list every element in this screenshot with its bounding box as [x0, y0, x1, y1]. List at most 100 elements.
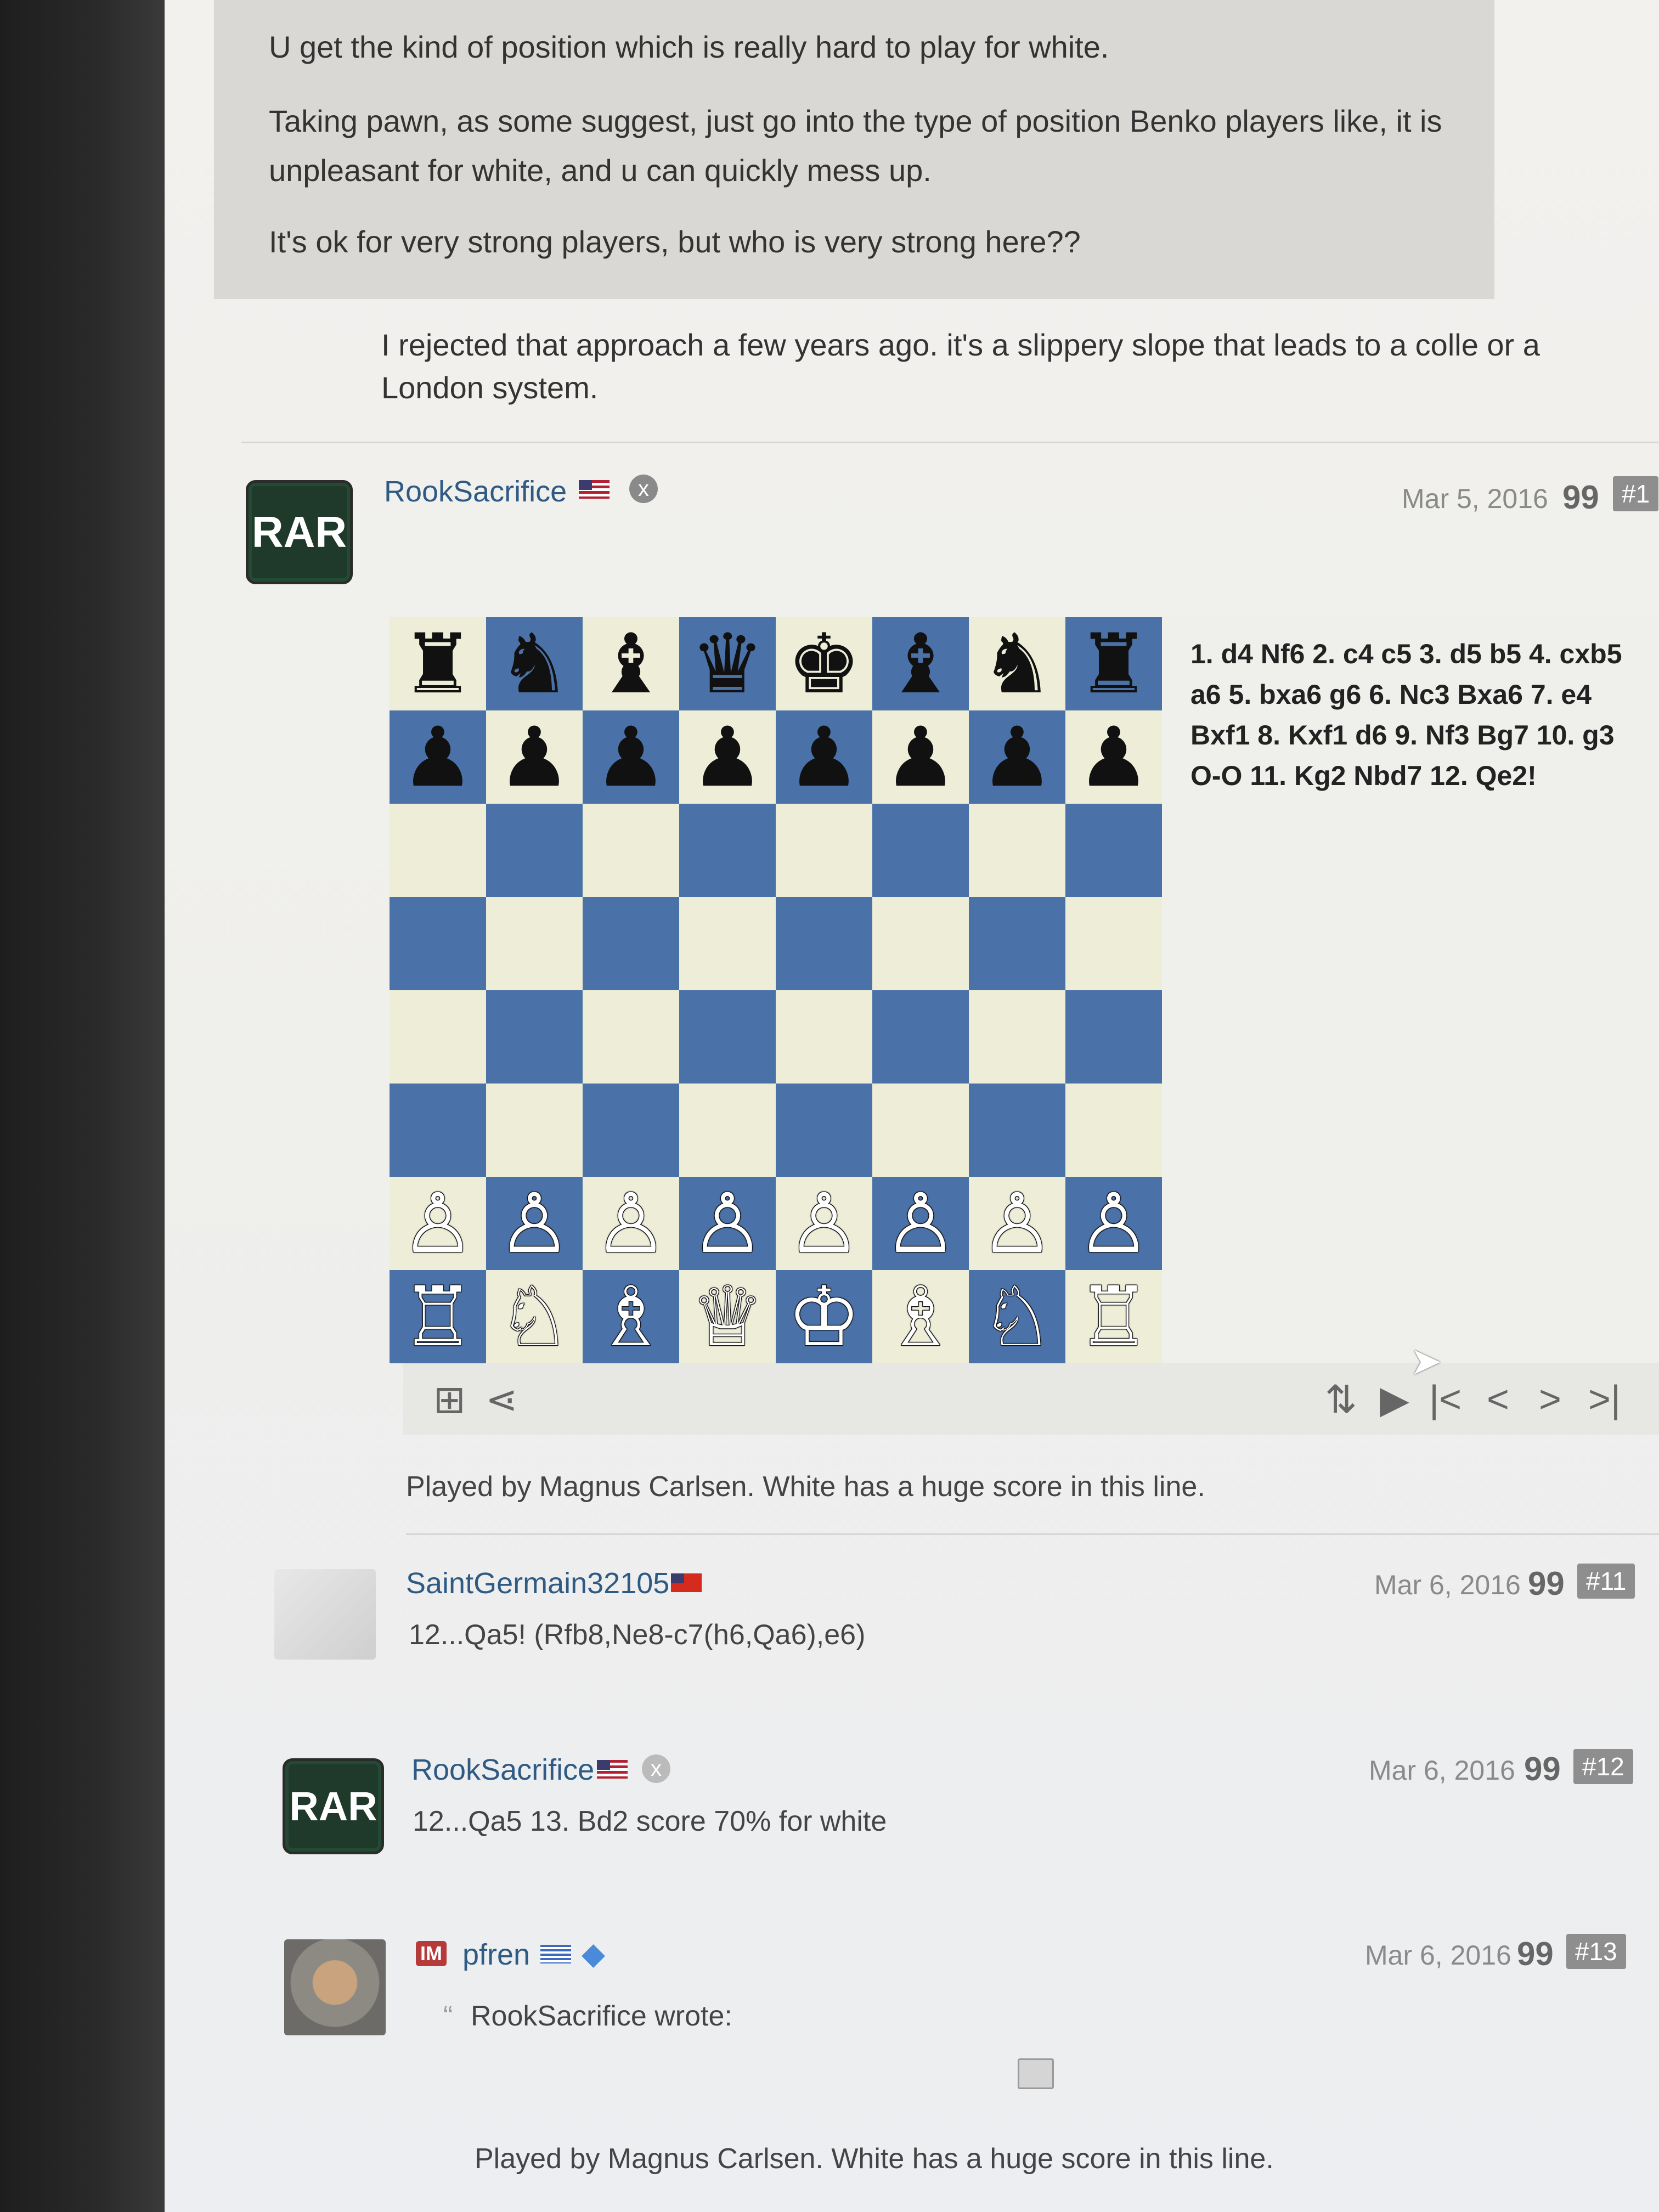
square-h3[interactable]	[1065, 1084, 1162, 1177]
square-a8[interactable]: ♜	[390, 617, 486, 710]
post-number[interactable]: #1	[1613, 476, 1659, 511]
embedded-diagram-icon[interactable]	[1018, 2058, 1054, 2089]
square-a7[interactable]: ♟	[390, 710, 486, 804]
flag-icon	[671, 1573, 702, 1592]
square-f3[interactable]	[872, 1084, 969, 1177]
square-e7[interactable]: ♟	[776, 710, 872, 804]
square-c3[interactable]	[583, 1084, 679, 1177]
square-a6[interactable]	[390, 804, 486, 897]
divider	[241, 442, 1659, 443]
square-h5[interactable]	[1065, 897, 1162, 990]
quote-icon[interactable]: 99	[1517, 1935, 1554, 1973]
quote-line-2a: Taking pawn, as some suggest, just go in…	[269, 104, 1442, 138]
square-f6[interactable]	[872, 804, 969, 897]
square-e1[interactable]: ♔	[776, 1270, 872, 1363]
username-link[interactable]: SaintGermain32105	[406, 1566, 669, 1600]
square-b5[interactable]	[486, 897, 583, 990]
avatar[interactable]: RAR	[246, 480, 353, 584]
square-g4[interactable]	[969, 990, 1065, 1084]
square-g6[interactable]	[969, 804, 1065, 897]
chess-board[interactable]: ♜ ♞ ♝ ♛ ♚ ♝ ♞ ♜ ♟ ♟ ♟ ♟ ♟ ♟ ♟ ♟ ♙ ♙ ♙ ♙ …	[390, 617, 1162, 1363]
square-c5[interactable]	[583, 897, 679, 990]
square-e5[interactable]	[776, 897, 872, 990]
square-b4[interactable]	[486, 990, 583, 1084]
square-a5[interactable]	[390, 897, 486, 990]
username-link[interactable]: RookSacrifice	[384, 475, 567, 509]
square-b7[interactable]: ♟	[486, 710, 583, 804]
analysis-icon[interactable]: ⊞	[433, 1377, 466, 1422]
square-h2[interactable]: ♙	[1065, 1177, 1162, 1270]
square-b2[interactable]: ♙	[486, 1177, 583, 1270]
square-e3[interactable]	[776, 1084, 872, 1177]
prev-icon[interactable]: <	[1487, 1377, 1509, 1421]
square-h8[interactable]: ♜	[1065, 617, 1162, 710]
square-g3[interactable]	[969, 1084, 1065, 1177]
square-f4[interactable]	[872, 990, 969, 1084]
post-number[interactable]: #13	[1566, 1934, 1626, 1969]
square-c7[interactable]: ♟	[583, 710, 679, 804]
square-c4[interactable]	[583, 990, 679, 1084]
square-a4[interactable]	[390, 990, 486, 1084]
last-icon[interactable]: >|	[1588, 1377, 1621, 1421]
first-icon[interactable]: |<	[1429, 1377, 1462, 1421]
monitor-bezel	[0, 0, 165, 2212]
square-g8[interactable]: ♞	[969, 617, 1065, 710]
square-g5[interactable]	[969, 897, 1065, 990]
square-e8[interactable]: ♚	[776, 617, 872, 710]
post-number[interactable]: #11	[1577, 1564, 1635, 1599]
square-f1[interactable]: ♗	[872, 1270, 969, 1363]
square-d2[interactable]: ♙	[679, 1177, 776, 1270]
post-number[interactable]: #12	[1573, 1749, 1633, 1784]
square-e4[interactable]	[776, 990, 872, 1084]
next-icon[interactable]: >	[1539, 1377, 1561, 1421]
square-e6[interactable]	[776, 804, 872, 897]
square-a1[interactable]: ♖	[390, 1270, 486, 1363]
square-f5[interactable]	[872, 897, 969, 990]
square-d7[interactable]: ♟	[679, 710, 776, 804]
post-date: Mar 6, 2016	[1369, 1755, 1515, 1786]
diagram-controls	[403, 1363, 1659, 1435]
square-c2[interactable]: ♙	[583, 1177, 679, 1270]
square-f8[interactable]: ♝	[872, 617, 969, 710]
square-c8[interactable]: ♝	[583, 617, 679, 710]
square-d3[interactable]	[679, 1084, 776, 1177]
quote-marker-icon: “	[443, 2000, 453, 2032]
square-g2[interactable]: ♙	[969, 1177, 1065, 1270]
quote-icon[interactable]: 99	[1524, 1750, 1561, 1788]
square-d1[interactable]: ♕	[679, 1270, 776, 1363]
username-link[interactable]: RookSacrifice	[411, 1753, 594, 1787]
square-g1[interactable]: ♘	[969, 1270, 1065, 1363]
square-e2[interactable]: ♙	[776, 1177, 872, 1270]
square-b1[interactable]: ♘	[486, 1270, 583, 1363]
square-a2[interactable]: ♙	[390, 1177, 486, 1270]
quote-icon[interactable]: 99	[1562, 478, 1599, 516]
square-b6[interactable]	[486, 804, 583, 897]
square-f7[interactable]: ♟	[872, 710, 969, 804]
square-h6[interactable]	[1065, 804, 1162, 897]
square-c1[interactable]: ♗	[583, 1270, 679, 1363]
avatar[interactable]	[284, 1939, 386, 2035]
square-d8[interactable]: ♛	[679, 617, 776, 710]
avatar[interactable]: RAR	[283, 1758, 384, 1854]
square-d5[interactable]	[679, 897, 776, 990]
square-h1[interactable]: ♖	[1065, 1270, 1162, 1363]
square-h4[interactable]	[1065, 990, 1162, 1084]
square-c6[interactable]	[583, 804, 679, 897]
username-link[interactable]: pfren	[462, 1938, 530, 1972]
avatar[interactable]	[274, 1569, 376, 1660]
quote-icon[interactable]: 99	[1528, 1565, 1565, 1602]
quote-line-1: U get the kind of position which is real…	[269, 30, 1109, 64]
square-g7[interactable]: ♟	[969, 710, 1065, 804]
square-d4[interactable]	[679, 990, 776, 1084]
share-icon[interactable]: ⋖	[486, 1377, 518, 1422]
play-icon[interactable]: ▶	[1380, 1377, 1409, 1422]
square-b8[interactable]: ♞	[486, 617, 583, 710]
square-d6[interactable]	[679, 804, 776, 897]
flip-icon[interactable]: ⇅	[1325, 1377, 1357, 1422]
square-a3[interactable]	[390, 1084, 486, 1177]
quote-header: RookSacrifice wrote:	[471, 2000, 732, 2032]
square-b3[interactable]	[486, 1084, 583, 1177]
square-f2[interactable]: ♙	[872, 1177, 969, 1270]
move-list[interactable]: 1. d4 Nf6 2. c4 c5 3. d5 b5 4. cxb5 a6 5…	[1190, 634, 1629, 796]
square-h7[interactable]: ♟	[1065, 710, 1162, 804]
